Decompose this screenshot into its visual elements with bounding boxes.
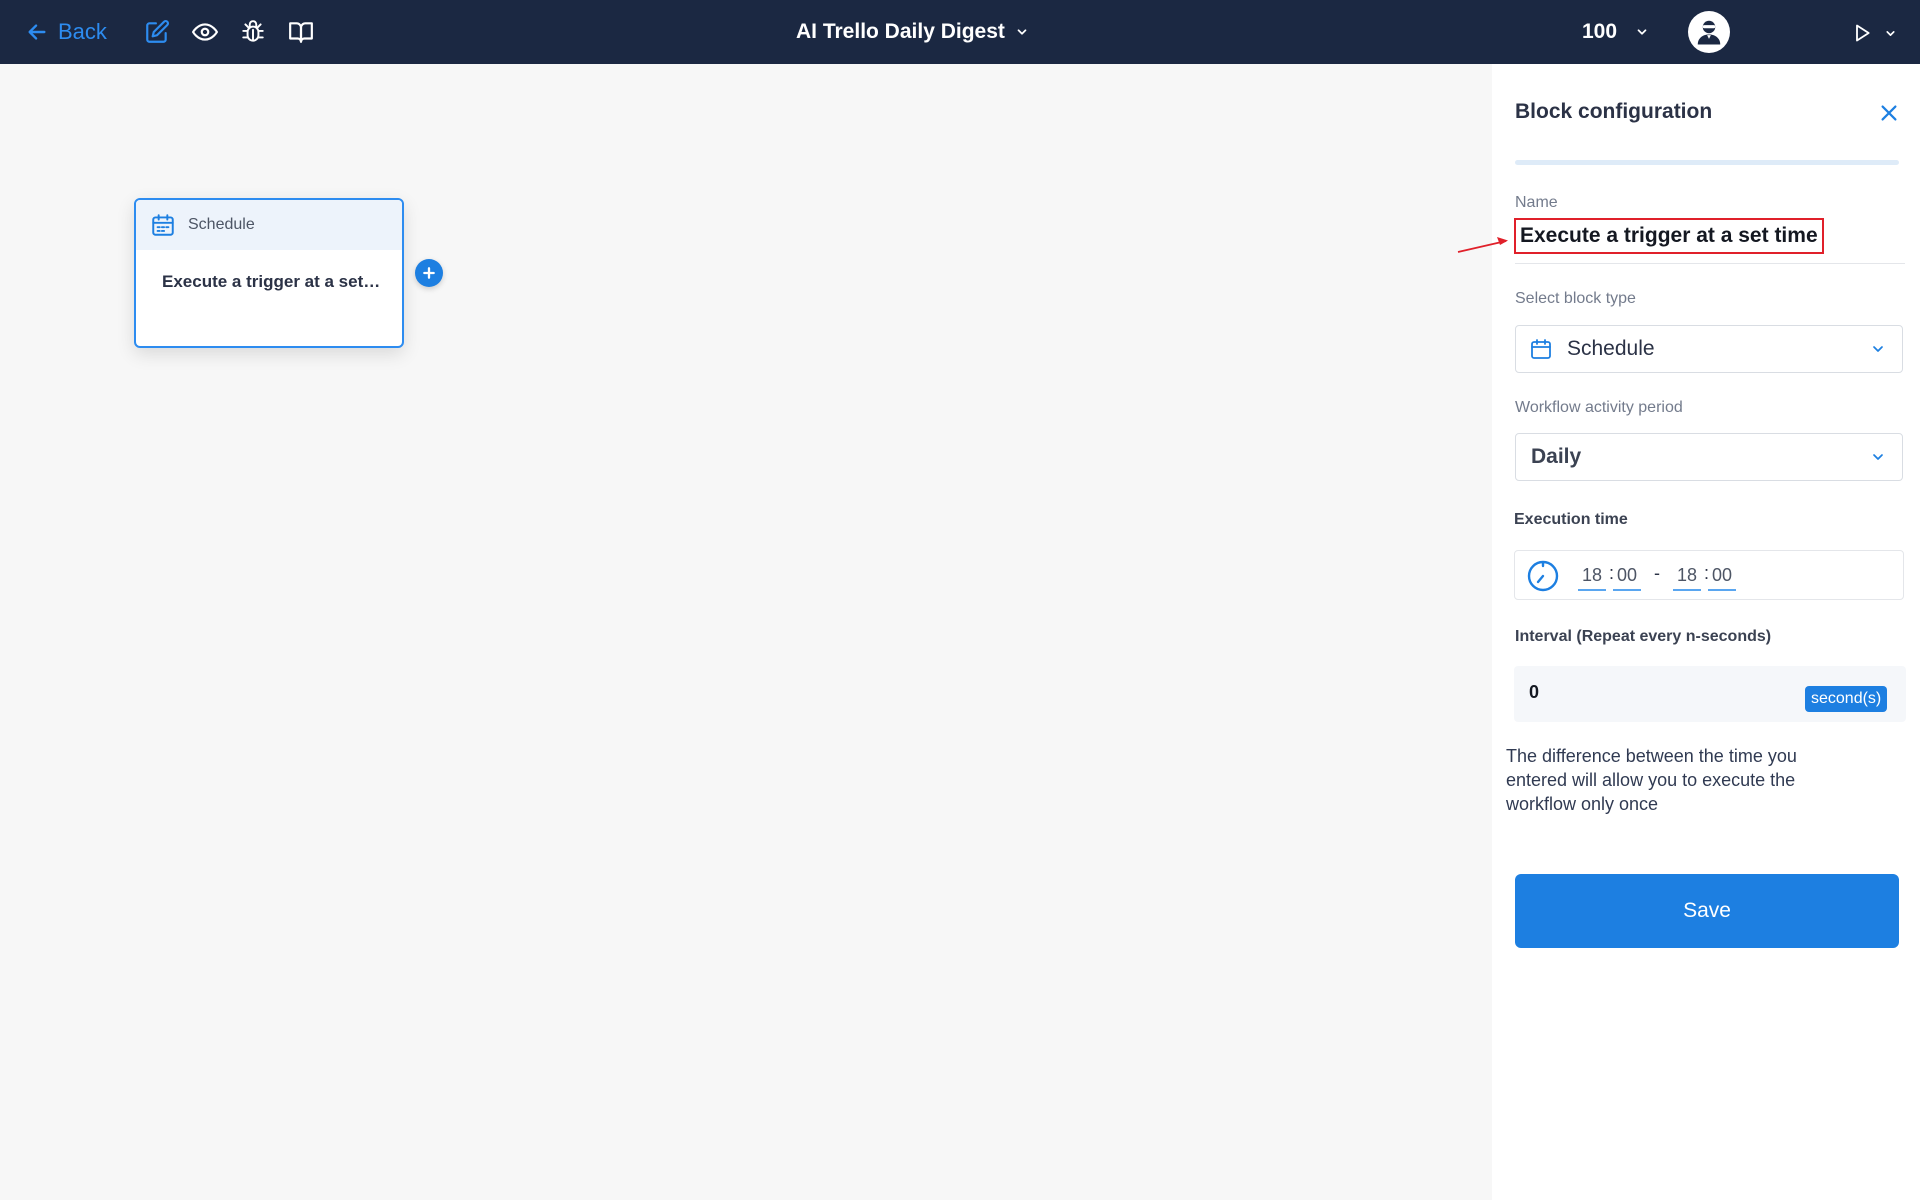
edit-button[interactable]	[143, 18, 171, 46]
clock-icon	[1527, 560, 1559, 592]
chevron-down-icon	[1886, 30, 1895, 36]
eye-icon	[192, 23, 218, 41]
avatar[interactable]	[1688, 11, 1730, 53]
block-type-select[interactable]: Schedule	[1515, 325, 1903, 373]
schedule-block-node[interactable]: Schedule Execute a trigger at a set time	[134, 198, 404, 348]
interval-input[interactable]: 0	[1529, 682, 1539, 703]
add-block-button[interactable]	[415, 259, 443, 287]
period-label: Workflow activity period	[1515, 399, 1683, 416]
block-configuration-panel: Block configuration Name Execute a trigg…	[1457, 64, 1920, 1200]
bug-icon	[242, 20, 264, 42]
node-header: Schedule	[136, 200, 402, 250]
node-type-label: Schedule	[188, 216, 255, 233]
top-bar: Back AI Trello Daily Digest 100	[0, 0, 1920, 64]
panel-divider	[1515, 160, 1899, 165]
debug-button[interactable]	[239, 18, 267, 46]
end-hour-input[interactable]: 18	[1673, 563, 1701, 591]
panel-title: Block configuration	[1515, 100, 1713, 123]
workflow-title: AI Trello Daily Digest	[796, 20, 1005, 43]
interval-label: Interval (Repeat every n-seconds)	[1515, 628, 1772, 645]
back-button[interactable]: Back	[26, 14, 107, 50]
close-panel-button[interactable]	[1876, 100, 1902, 126]
activity-period-select[interactable]: Daily	[1515, 433, 1903, 481]
block-type-value: Schedule	[1567, 337, 1655, 360]
range-separator: -	[1654, 563, 1660, 583]
chevron-down-icon	[1637, 29, 1647, 35]
period-value: Daily	[1531, 445, 1582, 468]
annotation-arrow-icon	[1457, 237, 1508, 253]
zoom-dropdown[interactable]: 100	[1582, 16, 1649, 48]
calendar-icon	[1531, 339, 1551, 359]
name-label: Name	[1515, 194, 1558, 211]
edit-icon	[146, 20, 169, 43]
node-title: Execute a trigger at a set time	[162, 272, 402, 291]
calendar-icon	[152, 214, 174, 236]
zoom-level: 100	[1582, 20, 1618, 43]
interval-unit-badge[interactable]: second(s)	[1805, 686, 1888, 712]
chevron-down-icon	[1873, 346, 1883, 352]
block-type-label: Select block type	[1515, 290, 1636, 307]
close-icon	[1881, 105, 1897, 121]
name-underline	[1515, 263, 1905, 264]
preview-button[interactable]	[191, 18, 219, 46]
interval-field: 0 second(s)	[1514, 666, 1906, 722]
execution-time-range: 18 : 00 - 18 : 00	[1514, 550, 1904, 600]
plus-icon	[423, 267, 435, 279]
start-hour-input[interactable]: 18	[1578, 563, 1606, 591]
run-dropdown[interactable]	[1852, 20, 1897, 46]
end-minute-input[interactable]: 00	[1708, 563, 1736, 591]
play-icon	[1856, 24, 1870, 42]
workflow-title-dropdown[interactable]: AI Trello Daily Digest	[796, 16, 1029, 48]
block-name-input[interactable]: Execute a trigger at a set time	[1514, 218, 1824, 254]
execution-time-label: Execution time	[1514, 511, 1628, 528]
start-minute-input[interactable]: 00	[1613, 563, 1641, 591]
execution-note: The difference between the time you ente…	[1506, 746, 1797, 814]
chevron-down-icon	[1017, 29, 1027, 35]
user-avatar-icon	[1697, 20, 1721, 45]
chevron-down-icon	[1873, 454, 1883, 460]
docs-button[interactable]	[287, 18, 315, 46]
arrow-left-icon	[28, 24, 46, 40]
back-label: Back	[58, 19, 107, 44]
book-icon	[289, 22, 313, 43]
save-button[interactable]: Save	[1515, 874, 1899, 948]
